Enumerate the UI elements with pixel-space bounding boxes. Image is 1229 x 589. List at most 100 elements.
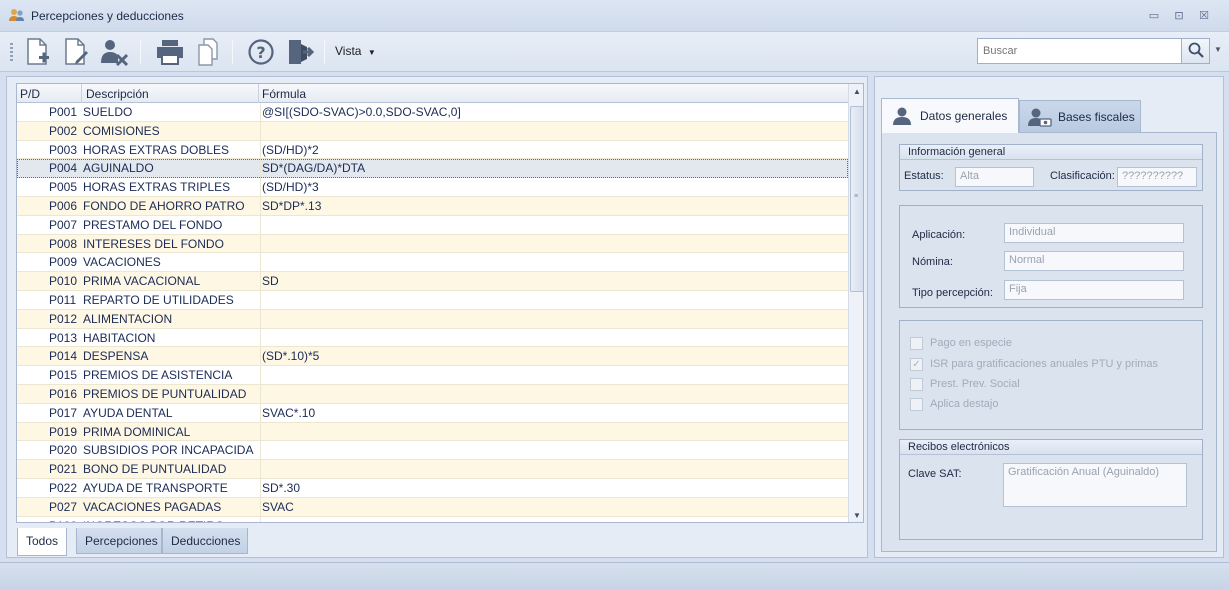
table-row[interactable]: P002 COMISIONES [17,121,848,141]
table-row[interactable]: P012 ALIMENTACION [17,309,848,329]
table-row[interactable]: P022 AYUDA DE TRANSPORTE SD*.30 [17,478,848,498]
table-row[interactable]: P017 AYUDA DENTAL SVAC*.10 [17,403,848,423]
column-header-pd[interactable]: P/D [20,87,40,101]
column-divider[interactable] [81,84,82,103]
help-icon[interactable]: ? [245,36,277,68]
cell-formula [260,366,840,385]
table-row[interactable]: P013 HABITACION [17,328,848,348]
nomina-field[interactable]: Normal [1004,251,1184,271]
new-document-icon[interactable] [22,36,54,68]
estatus-field[interactable]: Alta [955,167,1034,187]
cell-formula [260,422,840,441]
window-title: Percepciones y deducciones [31,9,184,23]
table-row[interactable]: P021 BONO DE PUNTUALIDAD [17,460,848,479]
isr-gratificaciones-checkbox[interactable]: ✓ [910,358,923,371]
search-icon [1188,42,1204,61]
toolbar-separator [140,40,141,64]
pago-especie-checkbox[interactable] [910,337,923,350]
search-input[interactable] [977,38,1182,64]
table-row[interactable]: P027 VACACIONES PAGADAS SVAC [17,497,848,517]
clasificacion-label: Clasificación: [1050,170,1115,182]
toolbar-grip[interactable] [10,43,13,61]
column-header-descripcion[interactable]: Descripción [86,87,149,101]
cell-code: P016 [49,386,78,401]
cell-code: P005 [49,180,78,195]
cell-formula: SD*.30 [260,478,840,497]
tab-datos-generales[interactable]: Datos generales [881,98,1019,133]
cell-code: P011 [49,292,77,307]
cell-code: P020 [49,443,78,458]
minimize-button[interactable]: ▭ [1147,9,1161,23]
cell-description: PRIMA DOMINICAL [83,424,191,439]
tab-percepciones[interactable]: Percepciones [76,528,162,554]
table-row[interactable]: P100INGRESOS POR RETIRO [17,516,848,522]
vista-menu-button[interactable]: Vista ▼ [335,44,376,58]
grid-header: P/D Descripción Fórmula [17,84,848,103]
copy-icon[interactable] [192,36,224,68]
cell-description: DESPENSA [83,349,149,364]
cell-description: INTERESES DEL FONDO [83,236,224,251]
cell-description: AGUINALDO [83,161,154,176]
table-row[interactable]: P008 INTERESES DEL FONDO [17,234,848,254]
table-row[interactable]: P014 DESPENSA (SD*.10)*5 [17,347,848,367]
table-row[interactable]: P004 AGUINALDO SD*(DAG/DA)*DTA [17,159,848,179]
vertical-scrollbar[interactable]: ▲ ≡ ▼ [848,84,863,522]
tab-bases-fiscales[interactable]: Bases fiscales [1019,100,1141,132]
cell-description: HORAS EXTRAS TRIPLES [83,180,231,195]
cell-code: P013 [49,330,78,345]
cell-formula: SD*DP*.13 [260,196,840,215]
cell-description: INGRESOS POR RETIRO [83,517,259,522]
cell-code: P017 [49,405,78,420]
cell-formula [260,441,840,460]
cell-description: FONDO DE AHORRO PATRO [83,198,245,213]
aplica-destajo-checkbox[interactable] [910,398,923,411]
cell-code: P001 [49,105,78,119]
status-bar [0,562,1229,589]
column-divider[interactable] [258,84,259,103]
tab-deducciones[interactable]: Deducciones [162,528,248,554]
restore-button[interactable]: ⊡ [1172,9,1186,23]
title-bar: Percepciones y deducciones ▭ ⊡ ☒ [0,0,1229,32]
nomina-label: Nómina: [912,256,953,268]
scroll-up-arrow-icon[interactable]: ▲ [852,87,862,97]
table-row[interactable]: P015 PREMIOS DE ASISTENCIA [17,366,848,385]
table-row[interactable]: P001 SUELDO @SI[(SDO-SVAC)>0.0,SDO-SVAC,0] [17,103,848,122]
print-icon[interactable] [154,36,186,68]
scrollbar-thumb[interactable]: ≡ [850,106,863,292]
search-options-arrow-icon[interactable]: ▼ [1214,45,1224,55]
delete-user-icon[interactable] [98,36,130,68]
cell-code: P010 [49,274,78,289]
tab-todos[interactable]: Todos [17,528,67,556]
table-row[interactable]: P007 PRESTAMO DEL FONDO [17,215,848,235]
informacion-general-group: Información general Estatus: Alta Clasif… [899,144,1203,191]
table-row[interactable]: P010 PRIMA VACACIONAL SD [17,272,848,291]
scroll-down-arrow-icon[interactable]: ▼ [852,511,862,521]
table-row[interactable]: P009 VACACIONES [17,253,848,273]
table-row[interactable]: P019 PRIMA DOMINICAL [17,422,848,442]
cell-description: VACACIONES PAGADAS [83,499,222,514]
clasificacion-field[interactable]: ?????????? [1117,167,1197,187]
tipo-percepcion-field[interactable]: Fija [1004,280,1184,300]
table-row[interactable]: P003 HORAS EXTRAS DOBLES (SD/HD)*2 [17,140,848,160]
table-row[interactable]: P016 PREMIOS DE PUNTUALIDAD [17,384,848,404]
data-grid[interactable]: P/D Descripción Fórmula P001 SUELDO @SI[(S… [16,83,864,523]
cell-description: VACACIONES [83,255,161,270]
close-button[interactable]: ☒ [1197,9,1211,23]
exit-icon[interactable] [284,36,316,68]
aplicacion-field[interactable]: Individual [1004,223,1184,243]
cell-description: ALIMENTACION [83,311,173,326]
table-row[interactable]: P006 FONDO DE AHORRO PATRO SD*DP*.13 [17,196,848,216]
edit-document-icon[interactable] [60,36,92,68]
column-header-formula[interactable]: Fórmula [262,87,306,101]
cell-formula [260,328,840,347]
table-row[interactable]: P005 HORAS EXTRAS TRIPLES (SD/HD)*3 [17,178,848,197]
cell-description: PREMIOS DE ASISTENCIA [83,368,233,383]
cell-description: SUELDO [83,105,133,119]
table-row[interactable]: P020 SUBSIDIOS POR INCAPACIDA [17,441,848,461]
search-button[interactable] [1182,38,1210,64]
clave-sat-field[interactable]: Gratificación Anual (Aguinaldo) [1003,463,1187,507]
table-row[interactable]: P011 REPARTO DE UTILIDADES [17,290,848,310]
prest-prev-social-checkbox[interactable] [910,378,923,391]
dropdown-arrow-icon: ▼ [367,48,376,57]
cell-code: P004 [49,161,78,176]
